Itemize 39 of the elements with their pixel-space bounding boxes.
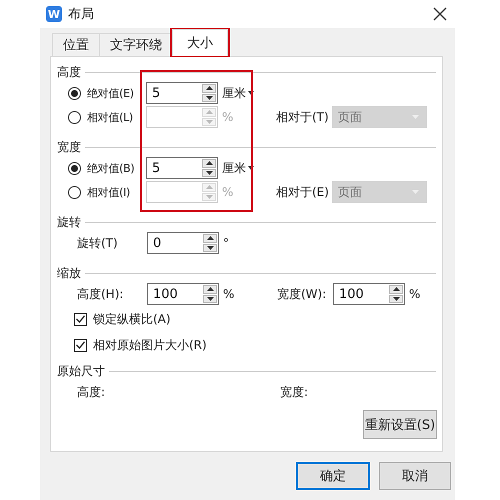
section-title: 宽度 <box>57 138 81 156</box>
reset-button[interactable]: 重新设置(S) <box>363 410 437 439</box>
window-title: 布局 <box>68 6 95 23</box>
unit-label: % <box>222 287 236 301</box>
field-label: 高度: <box>77 384 106 400</box>
radio-label: 相对值(I) <box>87 184 132 200</box>
section-title: 旋转 <box>57 214 81 230</box>
radio-button[interactable] <box>68 86 81 100</box>
checkbox-label: 锁定纵横比(A) <box>93 310 171 328</box>
tab[interactable]: 位置 <box>52 33 100 56</box>
caret-icon <box>248 166 254 170</box>
unit-label: ° <box>222 236 230 250</box>
tab[interactable]: 大小 <box>172 29 228 56</box>
section-title: 原始尺寸 <box>57 362 105 380</box>
unit-label: % <box>408 287 422 301</box>
radio-label: 绝对值(E) <box>87 86 135 100</box>
field-label: 相对于(T) <box>276 108 330 126</box>
unit-label: % <box>221 110 234 124</box>
dialog-button[interactable]: 取消 <box>379 462 451 490</box>
checkbox-label: 相对原始图片大小(R) <box>93 336 207 354</box>
checkbox[interactable] <box>74 312 87 326</box>
dialog-button[interactable]: 确定 <box>296 462 370 490</box>
radio-button[interactable] <box>68 162 81 174</box>
radio-label: 绝对值(B) <box>87 160 136 176</box>
section-title: 高度 <box>57 64 81 80</box>
field-label: 宽度: <box>280 384 308 400</box>
unit-dropdown[interactable]: 厘米 <box>218 160 276 176</box>
unit-dropdown[interactable]: 厘米 <box>218 84 276 102</box>
caret-icon <box>248 91 254 95</box>
unit-label: % <box>221 185 234 199</box>
close-icon[interactable] <box>433 7 447 21</box>
field-label: 宽度(W): <box>277 286 328 302</box>
radio-label: 相对值(L) <box>87 110 134 124</box>
app-logo-icon: W <box>46 6 62 22</box>
field-label: 相对于(E) <box>276 184 330 200</box>
field-label: 高度(H): <box>77 286 124 302</box>
checkbox[interactable] <box>74 338 87 352</box>
field-label: 旋转(T) <box>77 234 119 252</box>
section-title: 缩放 <box>57 264 81 282</box>
